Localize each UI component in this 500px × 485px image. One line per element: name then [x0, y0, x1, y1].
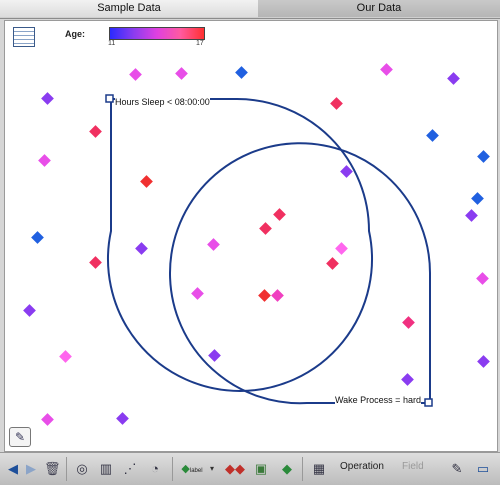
edit-icon[interactable]: ✎ [448, 459, 466, 479]
operation-button[interactable]: Operation [340, 461, 384, 472]
label-tool-icon[interactable]: ◆label [178, 459, 206, 479]
region-label-wake[interactable]: Wake Process = hard [335, 395, 421, 405]
color-tool-icon[interactable]: ◆◆ [224, 459, 246, 479]
tab-sample-data[interactable]: Sample Data [0, 0, 259, 17]
region-handle-wake [424, 398, 433, 407]
comment-icon[interactable]: ✎ [9, 427, 31, 447]
display-icon[interactable]: ▭ [474, 459, 492, 479]
chevron-down-icon[interactable]: ▾ [208, 459, 216, 479]
region-wake-process [169, 142, 431, 405]
trash-icon[interactable]: 🗑 [44, 459, 61, 479]
forward-arrow-icon[interactable]: ▶ [24, 459, 38, 479]
tab-our-data[interactable]: Our Data [258, 0, 500, 17]
venn-icon[interactable]: ◎ [72, 459, 92, 479]
bottom-toolbar: ◀ ▶ 🗑 ◎ ▥ ⋰ ◔ ◆label ▾ ◆◆ ▣ ◆ ▦ Operatio… [0, 452, 500, 485]
field-button[interactable]: Field [402, 461, 424, 472]
calculator-icon[interactable]: ▦ [310, 459, 328, 479]
square-tool-icon[interactable]: ▣ [252, 459, 270, 479]
scatter-icon[interactable]: ⋰ [120, 459, 140, 479]
region-hours-sleep [107, 98, 373, 392]
back-arrow-icon[interactable]: ◀ [6, 459, 20, 479]
region-handle-sleep [105, 94, 114, 103]
plot-canvas[interactable]: Age: 11 17 Hours Sleep < 08:00:00 Wake P… [4, 20, 498, 452]
move-tool-icon[interactable]: ◆ [278, 459, 296, 479]
region-label-sleep[interactable]: Hours Sleep < 08:00:00 [115, 97, 210, 107]
tab-bar: Sample Data Our Data [0, 0, 500, 19]
region-shapes [105, 94, 433, 407]
histogram-icon[interactable]: ▥ [96, 459, 116, 479]
pie-icon[interactable]: ◔ [145, 459, 165, 479]
